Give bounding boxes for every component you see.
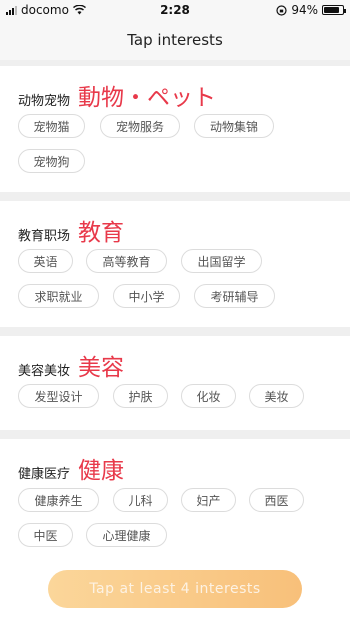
category-label: 美容美妆	[18, 364, 71, 379]
section-header: 教育职场 教育	[18, 213, 124, 247]
section-beauty: 美容美妆 美容 发型设计 护肤 化妆 美妆	[0, 336, 350, 430]
interest-tag[interactable]: 中小学	[113, 284, 180, 308]
interest-tag[interactable]: 化妆	[181, 384, 236, 408]
section-pets: 动物宠物 動物・ペット 宠物猫 宠物服务 动物集锦 宠物狗	[0, 66, 350, 192]
category-title: 美容	[78, 355, 125, 381]
battery-icon	[322, 5, 346, 15]
interest-tag[interactable]: 中医	[18, 523, 73, 547]
interest-tag[interactable]: 宠物狗	[18, 149, 85, 173]
section-health: 健康医疗 健康 健康养生 儿科 妇产 西医 中医 心理健康	[0, 439, 350, 559]
interest-tag[interactable]: 护肤	[113, 384, 168, 408]
status-bar: docomo 2:28 94%	[0, 0, 350, 20]
category-title: 教育	[78, 220, 125, 246]
interest-tag[interactable]: 宠物猫	[18, 114, 85, 138]
interest-tag[interactable]: 儿科	[113, 488, 168, 512]
interest-tag[interactable]: 西医	[249, 488, 304, 512]
interest-tag[interactable]: 宠物服务	[100, 114, 180, 138]
section-education: 教育职场 教育 英语 高等教育 出国留学 求职就业 中小学 考研辅导	[0, 201, 350, 327]
section-divider	[0, 327, 350, 336]
section-divider	[0, 192, 350, 201]
page-title: Tap interests	[127, 31, 223, 49]
category-label: 动物宠物	[18, 94, 71, 109]
interest-tag[interactable]: 发型设计	[18, 384, 99, 408]
nav-bar: Tap interests	[0, 20, 350, 60]
section-header: 美容美妆 美容	[18, 348, 124, 382]
interest-tag[interactable]: 妇产	[181, 488, 236, 512]
status-right: 94%	[276, 3, 346, 17]
section-divider	[0, 430, 350, 439]
battery-percent: 94%	[291, 3, 318, 17]
interest-tag[interactable]: 高等教育	[86, 249, 167, 273]
interest-tag[interactable]: 英语	[18, 249, 73, 273]
category-title: 動物・ペット	[78, 85, 217, 111]
interest-tag[interactable]: 考研辅导	[194, 284, 275, 308]
interest-tag[interactable]: 求职就业	[18, 284, 99, 308]
category-title: 健康	[78, 458, 125, 484]
section-header: 动物宠物 動物・ペット	[18, 78, 216, 112]
interest-tag[interactable]: 心理健康	[86, 523, 167, 547]
continue-button[interactable]: Tap at least 4 interests	[48, 570, 302, 608]
category-label: 健康医疗	[18, 467, 71, 482]
section-header: 健康医疗 健康	[18, 451, 124, 485]
interest-tag[interactable]: 出国留学	[181, 249, 262, 273]
orientation-lock-icon	[276, 4, 287, 16]
interest-tag[interactable]: 美妆	[249, 384, 304, 408]
interest-tag[interactable]: 健康养生	[18, 488, 99, 512]
interest-tag[interactable]: 动物集锦	[194, 114, 274, 138]
category-label: 教育职场	[18, 229, 71, 244]
